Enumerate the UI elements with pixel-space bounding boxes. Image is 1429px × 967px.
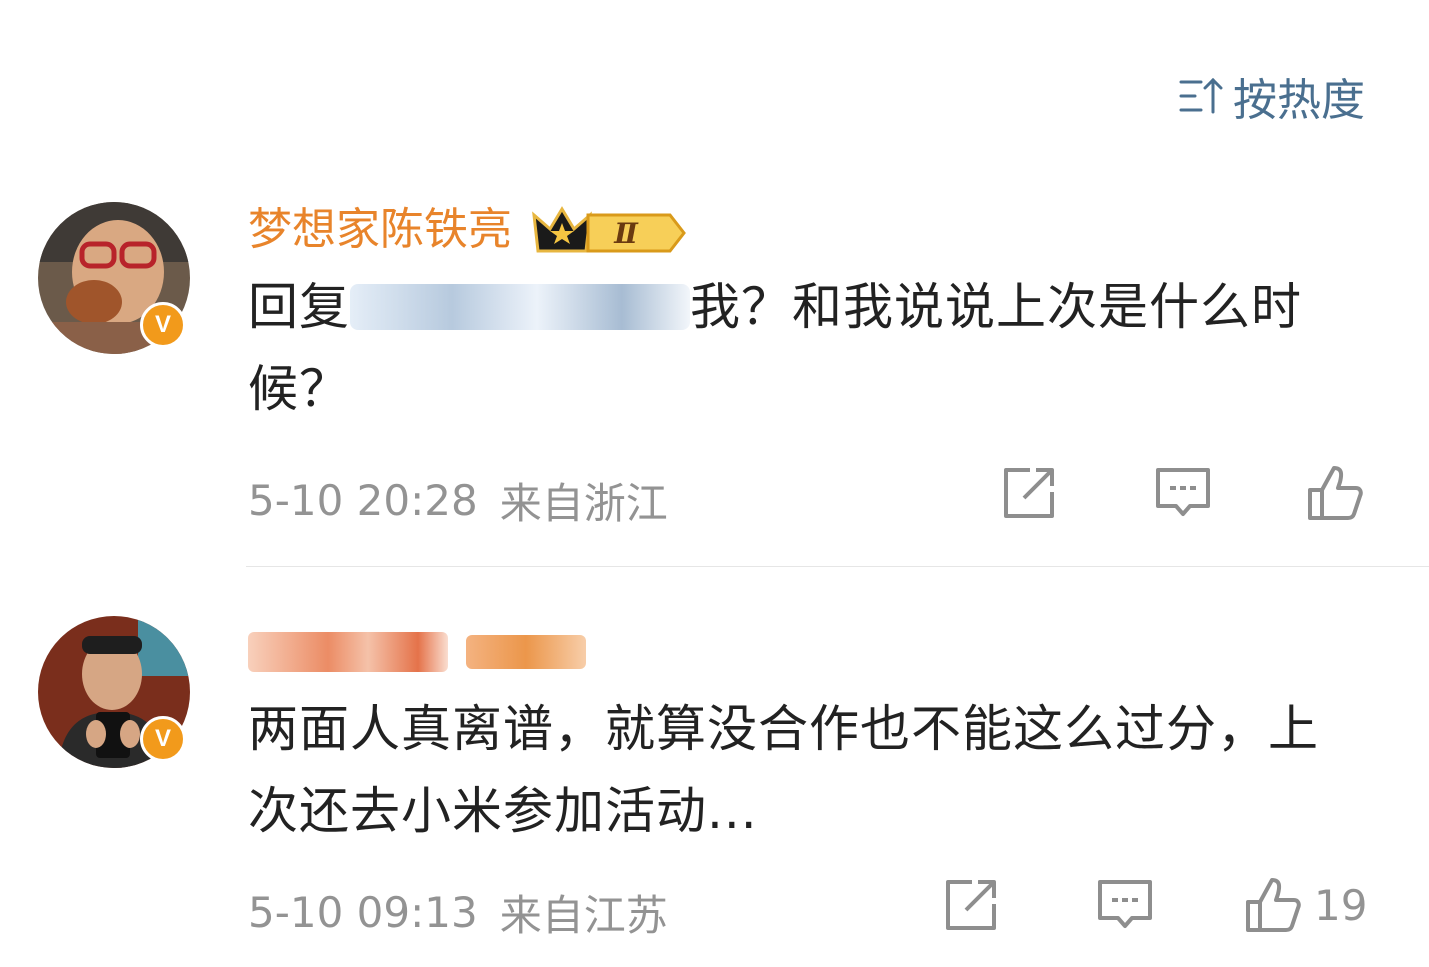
comment-icon [1098,880,1152,928]
sort-label: 按热度 [1233,75,1365,126]
share-button[interactable] [942,876,1000,934]
comment-divider [246,566,1429,567]
comment-text: 两面人真离谱，就算没合作也不能这么过分，上次还去小米参加活动... [248,700,1319,840]
avatar[interactable]: V [38,202,190,354]
username[interactable]: 梦想家陈铁亮 [248,200,512,260]
comment-time: 5-10 09:13 [248,888,478,937]
thumbs-up-icon [1246,878,1301,932]
blurred-name-part [248,632,448,672]
like-button[interactable] [1306,464,1376,522]
comment-time: 5-10 20:28 [248,476,478,525]
comment-button[interactable] [1096,876,1154,934]
like-count: 19 [1314,880,1368,930]
sort-icon [1179,77,1223,114]
share-icon [1004,468,1054,518]
comment-button[interactable] [1154,464,1212,522]
verified-badge: V [140,716,186,762]
comment-item: V 梦想家陈铁亮 Ⅱ 回复 我？和我说说上次是什么时候？ 5-10 20:28 来… [0,198,1429,568]
share-button[interactable] [1000,464,1058,522]
reply-prefix: 回复 [248,278,350,336]
comment-item: V 两面人真离谱，就算没合作也不能这么过分，上次还去小米参加活动... 5-10… [0,612,1429,967]
verified-badge: V [140,302,186,348]
blurred-username[interactable] [248,622,1369,682]
comment-location: 来自江苏 [499,891,668,940]
blurred-reply-target [350,284,690,330]
comment-location: 来自浙江 [499,479,668,528]
avatar[interactable]: V [38,616,190,768]
comment-text: 回复 我？和我说说上次是什么时候？ [248,266,1369,430]
thumbs-up-icon [1308,466,1363,520]
sort-by-hot-button[interactable]: 按热度 [1179,64,1365,128]
blurred-badge-part [466,635,586,669]
member-crown-icon: Ⅱ [532,206,686,253]
share-icon [946,880,996,930]
like-button[interactable]: 19 [1244,876,1367,934]
comment-icon [1156,468,1210,516]
member-level: Ⅱ [613,217,639,250]
